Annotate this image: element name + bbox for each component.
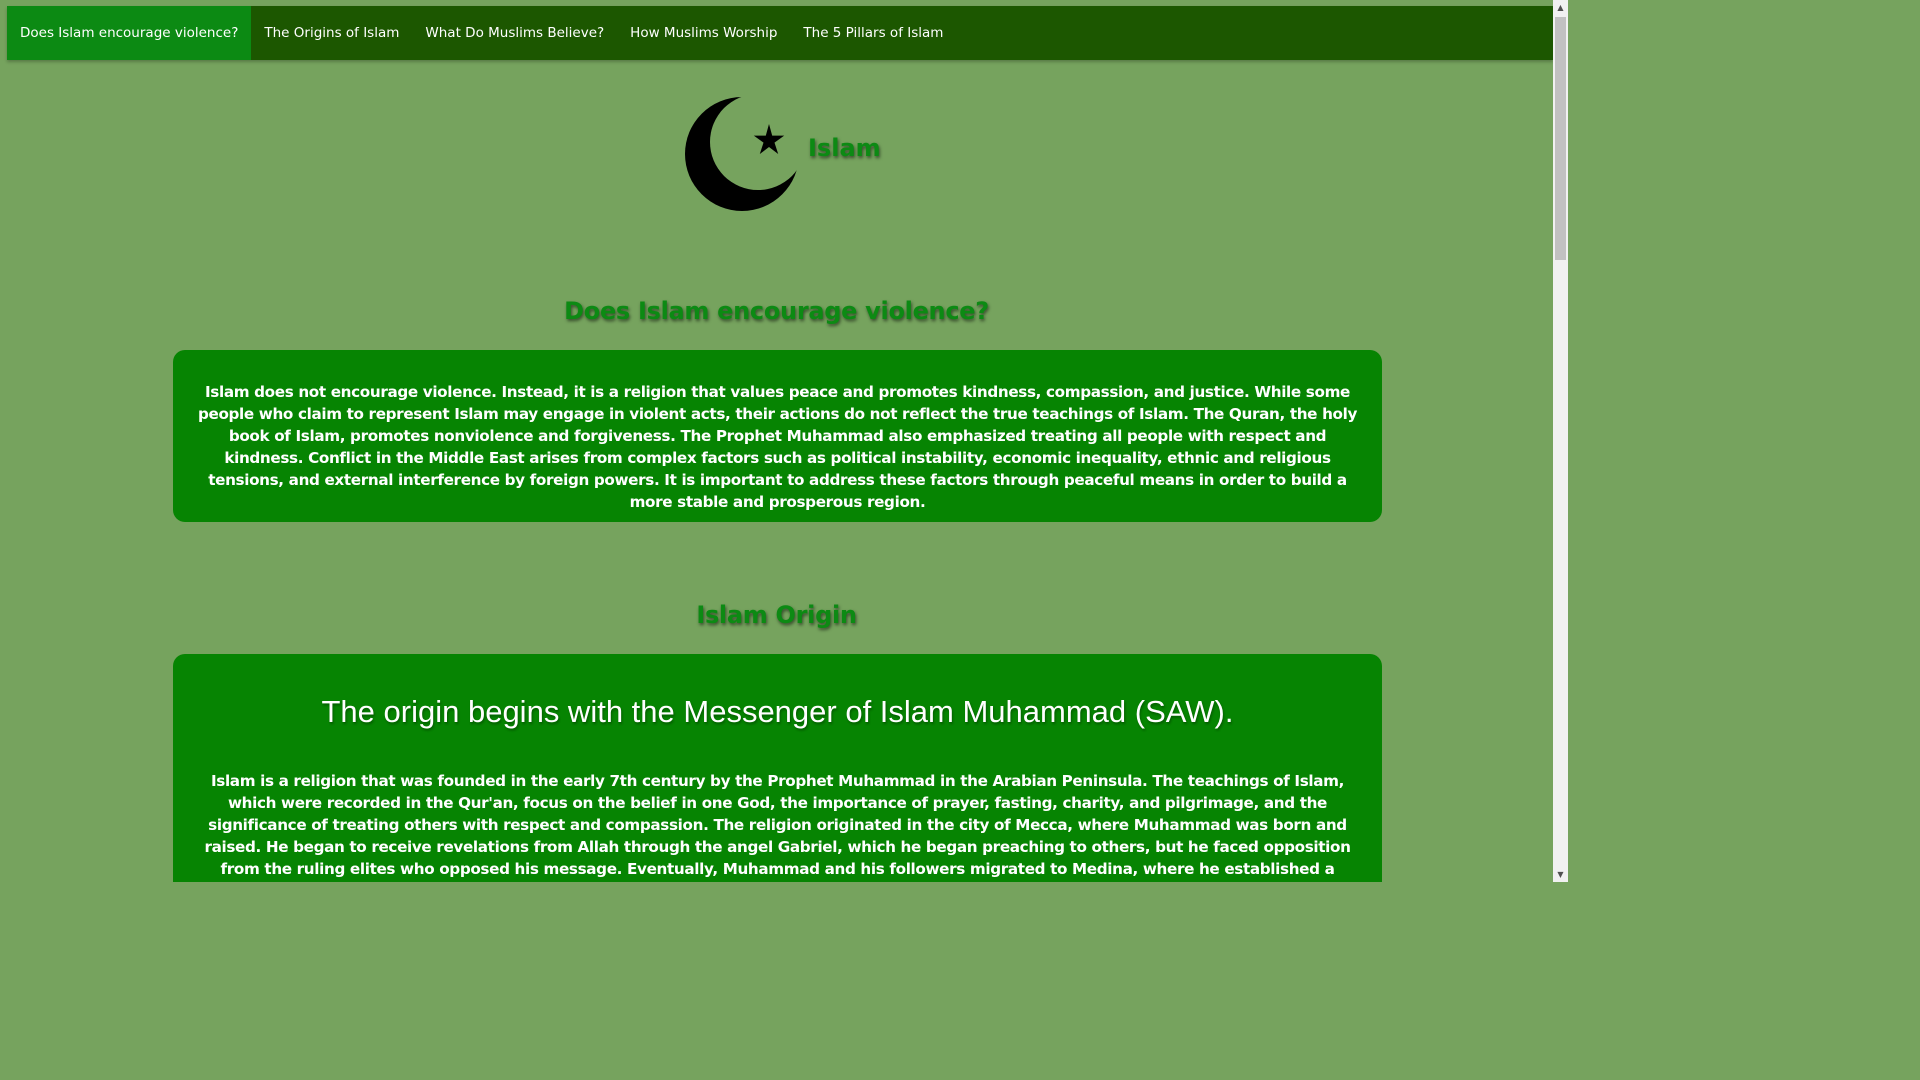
scroll-down-icon[interactable]: ▼ <box>1553 867 1568 882</box>
violence-body: Islam does not encourage violence. Inste… <box>197 383 1358 511</box>
nav-item-violence[interactable]: Does Islam encourage violence? <box>7 6 252 60</box>
nav-item-origins[interactable]: The Origins of Islam <box>251 6 412 60</box>
site-header: Islam <box>680 92 900 217</box>
origin-heading: Islam Origin <box>696 601 857 629</box>
page: Does Islam encourage violence? The Origi… <box>0 0 1553 882</box>
crescent-star-icon <box>685 97 799 211</box>
vertical-scrollbar[interactable]: ▲ ▼ <box>1553 0 1568 882</box>
origin-body: Islam is a religion that was founded in … <box>204 772 1351 878</box>
origin-card: The origin begins with the Messenger of … <box>173 654 1382 882</box>
violence-card: Islam does not encourage violence. Inste… <box>173 350 1382 522</box>
nav-item-beliefs[interactable]: What Do Muslims Believe? <box>412 6 617 60</box>
scrollbar-thumb[interactable] <box>1555 17 1566 260</box>
site-title: Islam <box>808 134 881 162</box>
nav-item-worship[interactable]: How Muslims Worship <box>617 6 790 60</box>
origin-subheading: The origin begins with the Messenger of … <box>321 694 1234 729</box>
nav-item-pillars[interactable]: The 5 Pillars of Islam <box>790 6 956 60</box>
scroll-up-icon[interactable]: ▲ <box>1553 0 1568 15</box>
violence-heading: Does Islam encourage violence? <box>564 297 989 325</box>
top-navbar: Does Islam encourage violence? The Origi… <box>7 6 1553 60</box>
